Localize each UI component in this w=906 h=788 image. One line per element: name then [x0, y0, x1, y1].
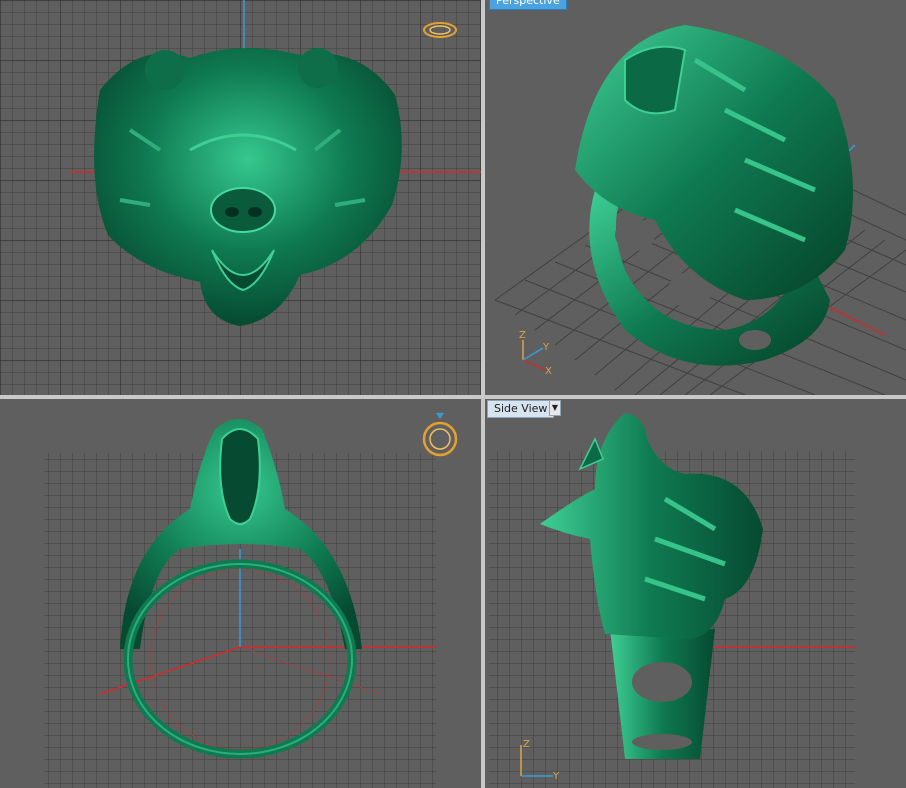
top-view-canvas — [0, 0, 481, 395]
viewport-side[interactable]: Z Y Side View ▼ — [485, 399, 906, 788]
axis-tripod: Z X Y — [519, 330, 552, 377]
axis-z-label: Z — [523, 739, 530, 750]
axis-y-label: Y — [542, 342, 550, 353]
front-view-canvas — [44, 413, 458, 788]
perspective-view-canvas: Z X Y — [494, 25, 906, 395]
chevron-down-icon[interactable]: ▼ — [549, 400, 561, 416]
side-view-canvas: Z Y — [489, 413, 855, 788]
axis-x-label: X — [545, 366, 552, 377]
side-view-label[interactable]: Side View — [487, 400, 555, 418]
viewport-top[interactable] — [0, 0, 481, 395]
ring-gizmo-icon[interactable] — [422, 413, 458, 457]
perspective-view-label[interactable]: Perspective — [489, 0, 567, 10]
axis-y-label: Y — [552, 771, 560, 782]
viewport-front[interactable] — [0, 399, 481, 788]
axis-z-label: Z — [519, 330, 526, 341]
viewport-perspective[interactable]: Z X Y Perspective — [485, 0, 906, 395]
bear-ring-model[interactable] — [575, 25, 853, 366]
